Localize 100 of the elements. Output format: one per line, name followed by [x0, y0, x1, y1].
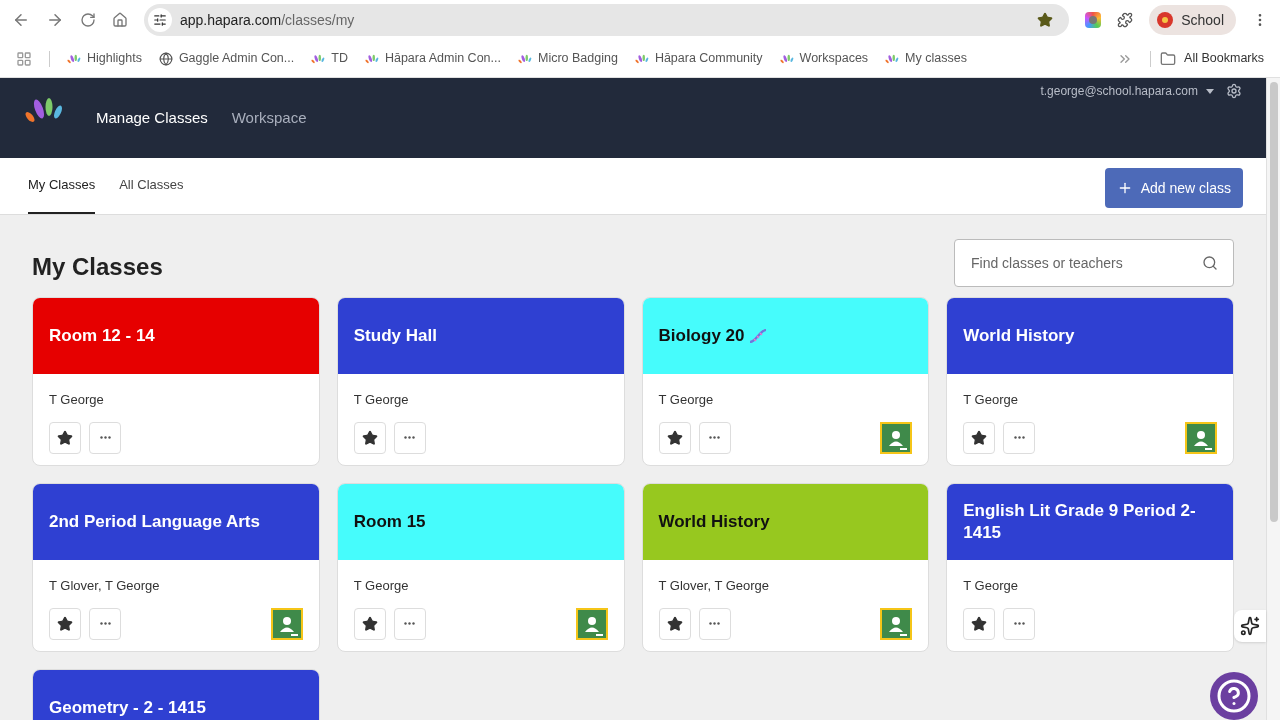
class-title[interactable]: Geometry - 2 - 1415	[49, 697, 206, 719]
classroom-icon[interactable]	[880, 607, 913, 640]
page-title: My Classes	[32, 252, 163, 282]
class-title[interactable]: Room 15	[353, 511, 426, 533]
home-icon[interactable]	[112, 12, 128, 28]
favorite-button[interactable]	[963, 421, 996, 454]
bookmark-item[interactable]: Hāpara Community	[634, 49, 763, 68]
ai-assist-button[interactable]	[1234, 610, 1266, 642]
hapara-logo-icon	[885, 52, 900, 65]
site-info-icon[interactable]	[153, 13, 167, 27]
teacher-names: T George	[353, 577, 410, 595]
bookmark-item[interactable]: My classes	[885, 49, 967, 68]
class-title[interactable]: Room 12 - 14	[49, 325, 155, 347]
class-title[interactable]: World History	[963, 325, 1075, 347]
teacher-names: T George	[49, 391, 105, 409]
teacher-names: T Glover, T George	[49, 577, 161, 595]
more-icon	[1013, 622, 1025, 625]
class-card[interactable]: World History T George	[946, 297, 1234, 466]
search-icon[interactable]	[1202, 255, 1218, 271]
class-card[interactable]: Room 12 - 14 T George	[32, 297, 320, 466]
extension-icon[interactable]	[1085, 12, 1102, 28]
scrollbar[interactable]	[1266, 78, 1280, 720]
favorite-button[interactable]	[49, 421, 81, 454]
favorite-button[interactable]	[658, 421, 691, 454]
hapara-logo-icon	[517, 52, 532, 65]
class-card[interactable]: Room 15 T George	[336, 483, 625, 652]
star-icon	[666, 615, 683, 632]
more-icon	[404, 436, 416, 439]
classroom-icon[interactable]	[270, 607, 303, 640]
class-title[interactable]: Study Hall	[353, 325, 437, 347]
apple-icon	[1157, 12, 1174, 28]
class-card[interactable]: World History T Glover, T George	[641, 483, 930, 652]
globe-icon	[158, 51, 173, 66]
star-icon	[971, 615, 988, 632]
hapara-logo-icon	[67, 52, 81, 65]
add-class-button[interactable]: Add new class	[1104, 168, 1243, 208]
teacher-names: T George	[963, 391, 1019, 409]
more-icon	[99, 622, 111, 625]
more-icon	[404, 622, 416, 625]
favorite-button[interactable]	[353, 607, 386, 640]
star-icon	[361, 429, 378, 446]
class-title[interactable]: 2nd Period Language Arts	[49, 511, 260, 533]
bookmark-item[interactable]: Workspaces	[779, 49, 869, 68]
apps-icon[interactable]	[16, 50, 32, 67]
favorite-button[interactable]	[658, 607, 691, 640]
class-title[interactable]: English Lit Grade 9 Period 2-1415	[963, 500, 1217, 544]
teacher-names: T George	[963, 577, 1019, 595]
settings-icon[interactable]	[1226, 83, 1242, 99]
bookmark-item[interactable]: Micro Badging	[517, 49, 618, 68]
tab[interactable]: All Classes	[119, 158, 184, 214]
profile-button[interactable]: School	[1149, 5, 1236, 35]
class-card[interactable]: Study Hall T George	[336, 297, 625, 466]
hapara-logo-icon	[779, 52, 794, 65]
class-card[interactable]: English Lit Grade 9 Period 2-1415 T George	[946, 483, 1234, 652]
hapara-logo-icon	[364, 52, 379, 65]
bookmark-item[interactable]: TD	[311, 49, 348, 68]
help-icon	[1216, 678, 1252, 714]
class-title[interactable]: World History	[658, 511, 770, 533]
nav-link[interactable]: Workspace	[231, 106, 307, 130]
class-title[interactable]: Biology 20	[658, 325, 745, 347]
more-icon	[99, 436, 111, 439]
classroom-icon[interactable]	[575, 607, 608, 640]
favorite-button[interactable]	[963, 607, 996, 640]
all-bookmarks[interactable]: All Bookmarks	[1160, 49, 1264, 68]
extensions-icon[interactable]	[1117, 12, 1134, 28]
reload-icon[interactable]	[80, 12, 96, 28]
star-icon	[57, 615, 73, 632]
bookmark-item[interactable]: Highlights	[67, 49, 142, 68]
nav-link[interactable]: Manage Classes	[96, 106, 208, 130]
bookmark-star-icon[interactable]	[1037, 12, 1054, 28]
address-bar[interactable]: app.hapara.com/classes/my	[144, 4, 1070, 36]
folder-icon	[1160, 50, 1177, 67]
dna-icon	[748, 326, 769, 346]
more-icon	[1013, 436, 1025, 439]
favorite-button[interactable]	[49, 607, 81, 640]
bookmark-item[interactable]: Hāpara Admin Con...	[364, 49, 501, 68]
back-icon[interactable]	[12, 11, 30, 29]
hapara-logo-icon	[311, 52, 326, 65]
bookmark-item[interactable]: Gaggle Admin Con...	[158, 49, 295, 68]
sparkle-icon	[1240, 616, 1260, 636]
star-icon	[57, 429, 73, 446]
more-icon	[709, 622, 720, 625]
teacher-names: T George	[353, 391, 410, 409]
forward-icon[interactable]	[46, 11, 64, 29]
class-card[interactable]: Biology 20 T George	[641, 297, 930, 466]
star-icon	[361, 615, 378, 632]
teacher-names: T George	[658, 391, 715, 409]
classroom-icon[interactable]	[880, 421, 913, 454]
more-icon	[709, 436, 720, 439]
classroom-icon[interactable]	[1185, 421, 1217, 454]
url-text: app.hapara.com/classes/my	[180, 10, 355, 30]
star-icon	[666, 429, 683, 446]
user-menu[interactable]: t.george@school.hapara.com	[1040, 82, 1214, 100]
class-card[interactable]: Geometry - 2 - 1415	[32, 669, 320, 720]
teacher-names: T Glover, T George	[658, 577, 771, 595]
hapara-logo-icon	[634, 52, 649, 65]
star-icon	[971, 429, 988, 446]
favorite-button[interactable]	[353, 421, 386, 454]
class-card[interactable]: 2nd Period Language Arts T Glover, T George	[32, 483, 320, 652]
search-field[interactable]: Find classes or teachers	[954, 239, 1234, 287]
